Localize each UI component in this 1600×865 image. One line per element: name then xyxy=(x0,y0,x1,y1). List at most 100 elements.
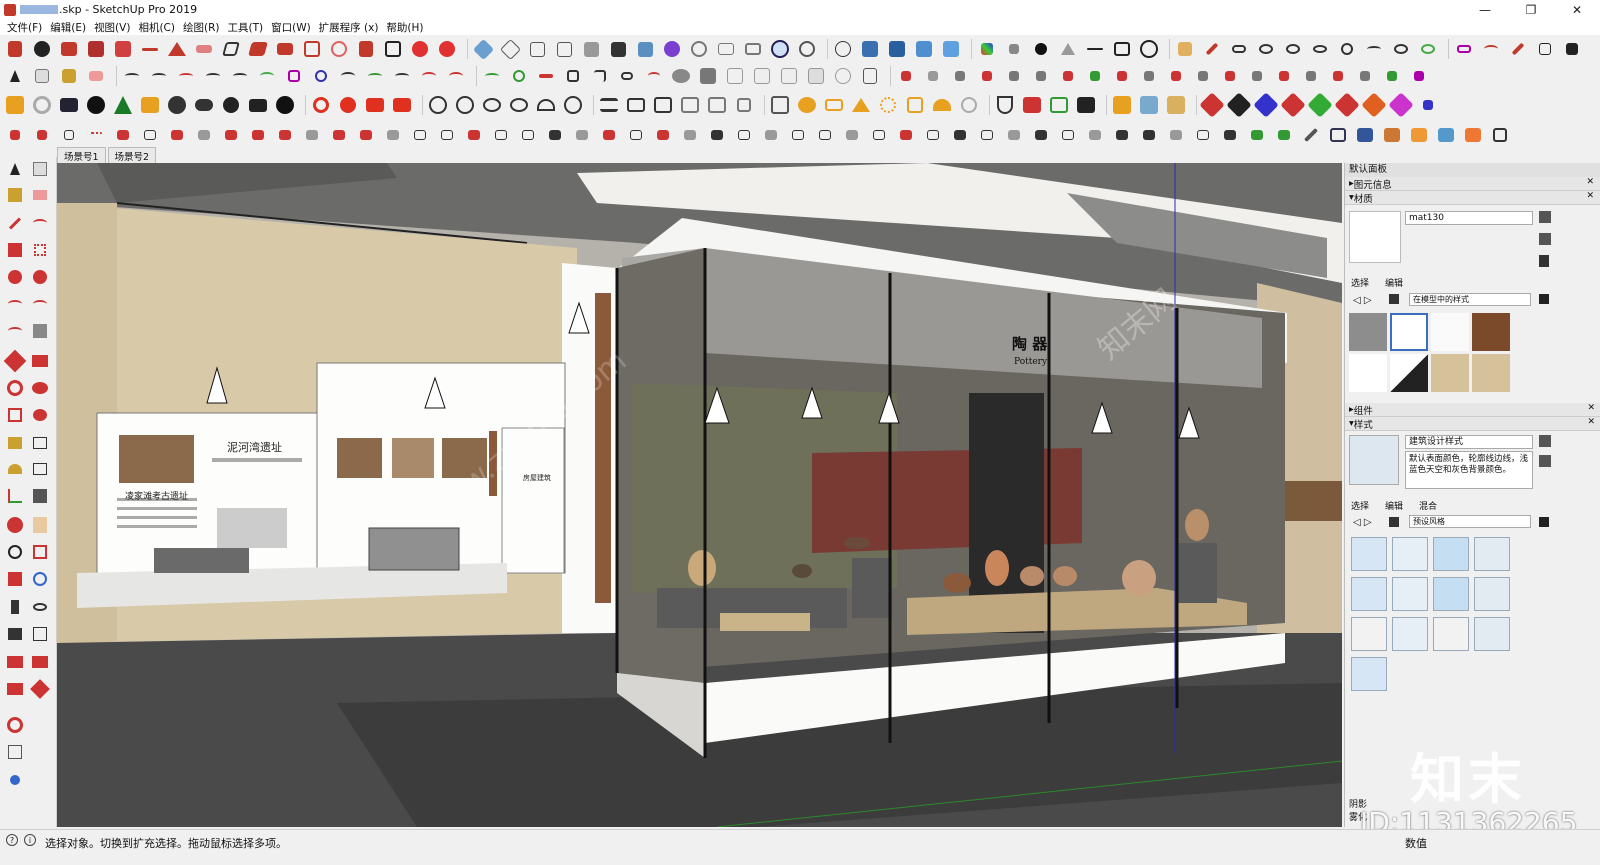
look-around-left-icon[interactable] xyxy=(30,597,50,617)
star-light-icon[interactable] xyxy=(877,94,899,116)
tag-left-icon[interactable] xyxy=(5,770,25,790)
style-thumb[interactable] xyxy=(1351,537,1387,571)
person-icon[interactable] xyxy=(1336,38,1358,60)
select-icon[interactable] xyxy=(5,159,25,179)
line-tool-icon[interactable] xyxy=(139,38,161,60)
tab-styles-edit[interactable]: 编辑 xyxy=(1385,499,1403,512)
spot-icon[interactable] xyxy=(823,94,845,116)
offset-left-icon[interactable] xyxy=(30,405,50,425)
menu-window[interactable]: 窗口(W) xyxy=(267,20,315,35)
misc-5-icon[interactable] xyxy=(1003,65,1025,87)
menu-tools[interactable]: 工具(T) xyxy=(223,20,267,35)
update-style-icon[interactable] xyxy=(1539,455,1551,467)
previous-view-left-icon[interactable] xyxy=(30,569,50,589)
fx-icon[interactable] xyxy=(1075,94,1097,116)
misc-7-icon[interactable] xyxy=(1057,65,1079,87)
gear-icon[interactable] xyxy=(31,38,53,60)
wave-icon[interactable] xyxy=(1363,38,1385,60)
tag-icon[interactable] xyxy=(1453,38,1475,60)
swatch[interactable] xyxy=(1431,354,1469,392)
scale-left-icon[interactable] xyxy=(5,405,25,425)
tab-styles-select[interactable]: 选择 xyxy=(1351,499,1369,512)
misc-17-icon[interactable] xyxy=(1327,65,1349,87)
r4-56-icon[interactable] xyxy=(1489,124,1511,146)
refresh-icon[interactable] xyxy=(31,94,53,116)
r4-51-icon[interactable] xyxy=(1354,124,1376,146)
axis-3-icon[interactable] xyxy=(1253,92,1279,118)
axis-b-icon[interactable] xyxy=(1334,92,1360,118)
misc-20-icon[interactable] xyxy=(1408,65,1430,87)
r4-3-icon[interactable] xyxy=(58,124,80,146)
style-thumb[interactable] xyxy=(1392,537,1428,571)
sun-icon[interactable] xyxy=(139,94,161,116)
blue-box-icon[interactable] xyxy=(634,38,656,60)
brush-icon[interactable] xyxy=(1507,38,1529,60)
axis-r-icon[interactable] xyxy=(1280,92,1306,118)
components-header[interactable]: ▸ 组件 ✕ xyxy=(1345,403,1600,417)
ring-icon[interactable] xyxy=(1255,38,1277,60)
paint-bucket-icon[interactable] xyxy=(58,65,80,87)
scene-tab-2[interactable]: 场景号2 xyxy=(107,147,157,164)
move-left-icon[interactable] xyxy=(3,349,27,373)
hand-icon[interactable] xyxy=(1174,38,1196,60)
axis-2-icon[interactable] xyxy=(1226,92,1252,118)
bezier-2-icon[interactable] xyxy=(148,65,170,87)
style-thumb[interactable] xyxy=(1351,577,1387,611)
r4-25-icon[interactable] xyxy=(652,124,674,146)
box-red-icon[interactable] xyxy=(85,38,107,60)
cross-icon[interactable] xyxy=(1003,38,1025,60)
r4-50-icon[interactable] xyxy=(1327,124,1349,146)
dash-icon[interactable] xyxy=(1084,38,1106,60)
style-thumb[interactable] xyxy=(1433,577,1469,611)
styles-header[interactable]: ▾ 样式 ✕ xyxy=(1345,417,1600,431)
r4-6-icon[interactable] xyxy=(139,124,161,146)
details-arrow-icon[interactable] xyxy=(1539,294,1549,304)
tab-material-select[interactable]: 选择 xyxy=(1351,276,1369,289)
follow-me-left-icon[interactable] xyxy=(30,378,50,398)
clip-icon[interactable] xyxy=(616,65,638,87)
protractor-left-icon[interactable] xyxy=(5,459,25,479)
3d-text-left-icon[interactable] xyxy=(30,486,50,506)
r4-11-icon[interactable] xyxy=(274,124,296,146)
styles-collection-select[interactable]: 预设风格 xyxy=(1409,515,1531,528)
mail-icon[interactable] xyxy=(247,94,269,116)
style-thumb[interactable] xyxy=(1474,577,1510,611)
dot-icon[interactable] xyxy=(1030,38,1052,60)
plane-outline-icon[interactable] xyxy=(220,38,242,60)
blob-icon[interactable] xyxy=(670,65,692,87)
swatch[interactable] xyxy=(1349,313,1387,351)
line-left-icon[interactable] xyxy=(5,213,25,233)
close-icon[interactable]: ✕ xyxy=(1586,191,1594,201)
link-icon[interactable] xyxy=(1228,38,1250,60)
r4-39-icon[interactable] xyxy=(1030,124,1052,146)
settings-left-icon[interactable] xyxy=(5,715,25,735)
r4-8-icon[interactable] xyxy=(193,124,215,146)
xray-icon[interactable] xyxy=(859,38,881,60)
paint-brush-icon[interactable] xyxy=(4,38,26,60)
triangle-red-icon[interactable] xyxy=(166,38,188,60)
misc-13-icon[interactable] xyxy=(1219,65,1241,87)
shape-icon[interactable] xyxy=(697,65,719,87)
r4-53-icon[interactable] xyxy=(1408,124,1430,146)
ellipse-icon[interactable] xyxy=(1282,38,1304,60)
orbit-left-icon[interactable] xyxy=(5,515,25,535)
axis-small-icon[interactable] xyxy=(1417,94,1439,116)
eraser-icon[interactable] xyxy=(85,65,107,87)
misc-16-icon[interactable] xyxy=(1300,65,1322,87)
entity-info-header[interactable]: ▸ 图元信息 ✕ xyxy=(1345,177,1600,191)
misc-19-icon[interactable] xyxy=(1381,65,1403,87)
cube-red-icon[interactable] xyxy=(112,38,134,60)
walk-left-icon[interactable] xyxy=(5,624,25,644)
erase-icon[interactable] xyxy=(58,38,80,60)
image-icon[interactable] xyxy=(679,94,701,116)
teapot-icon[interactable] xyxy=(481,94,503,116)
close-icon[interactable]: ✕ xyxy=(1587,403,1595,413)
misc-3-icon[interactable] xyxy=(949,65,971,87)
r4-21-icon[interactable] xyxy=(544,124,566,146)
cone-icon[interactable] xyxy=(1057,38,1079,60)
gear2-icon[interactable] xyxy=(220,94,242,116)
make-component-icon[interactable] xyxy=(30,159,50,179)
rectangle-left-icon[interactable] xyxy=(5,240,25,260)
zoom-left-icon[interactable] xyxy=(5,542,25,562)
misc-8-icon[interactable] xyxy=(1084,65,1106,87)
